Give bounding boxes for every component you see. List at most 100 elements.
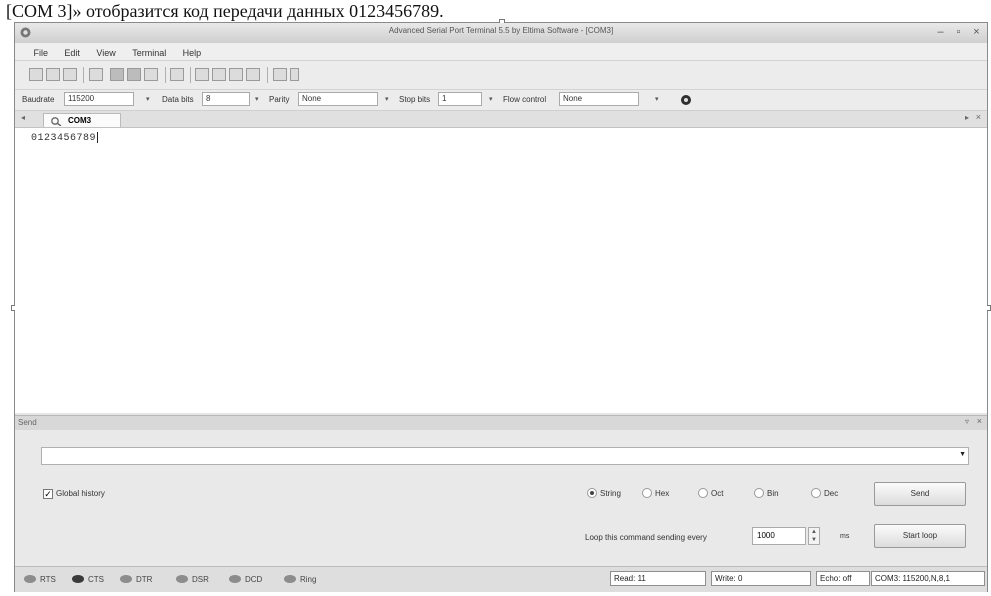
settings-gear-icon[interactable] xyxy=(273,68,287,81)
toolbar-separator xyxy=(190,67,191,83)
send-panel-header: Send ▿ × xyxy=(15,415,987,431)
parity-label: Parity xyxy=(269,95,290,104)
led-ring-icon xyxy=(284,575,296,583)
led-cts-label: CTS xyxy=(88,575,104,584)
led-dcd-icon xyxy=(229,575,241,583)
start-loop-button[interactable]: Start loop xyxy=(874,524,966,548)
menu-view[interactable]: View xyxy=(90,45,121,62)
loop-interval-spinner[interactable]: ▲ ▼ xyxy=(808,527,820,545)
radio-string-label: String xyxy=(600,489,621,498)
radio-oct[interactable] xyxy=(698,488,708,498)
chevron-down-icon[interactable]: ▾ xyxy=(385,95,389,103)
port-icon xyxy=(51,117,62,126)
toolbar-separator xyxy=(267,67,268,83)
chevron-down-icon[interactable]: ▼ xyxy=(959,451,966,458)
chevron-down-icon[interactable]: ▾ xyxy=(146,95,150,103)
databits-label: Data bits xyxy=(162,95,194,104)
status-bar: RTS CTS DTR DSR DCD Ring Read: 11 Write:… xyxy=(15,566,987,592)
tab-com3[interactable]: COM3 xyxy=(43,113,121,127)
clipboard-icon[interactable] xyxy=(144,68,158,81)
send-panel-title: Send xyxy=(18,418,37,427)
flow-control-select[interactable]: None xyxy=(559,92,639,106)
send-panel: ▼ ✓ Global history String Hex Oct Bin De… xyxy=(15,430,987,566)
radio-oct-label: Oct xyxy=(711,489,724,498)
loop-unit-label: ms xyxy=(840,533,850,540)
terminal-line: 0123456789 xyxy=(31,132,99,145)
chevron-down-icon[interactable]: ▾ xyxy=(655,95,659,103)
copy-icon[interactable] xyxy=(110,68,124,81)
new-session-icon[interactable] xyxy=(29,68,43,81)
apply-settings-icon[interactable] xyxy=(680,94,692,106)
led-dtr-label: DTR xyxy=(136,575,153,584)
flow-control-label: Flow control xyxy=(503,95,547,104)
parity-select[interactable]: None xyxy=(298,92,378,106)
loop-interval-input[interactable]: 1000 xyxy=(752,527,806,545)
port-status: COM3: 115200,N,8,1 xyxy=(871,571,985,586)
global-history-checkbox[interactable]: ✓ xyxy=(43,489,53,499)
toolbar xyxy=(15,61,987,90)
restore-button[interactable]: ▫ xyxy=(952,26,965,39)
led-dtr-icon xyxy=(120,575,132,583)
led-dcd-label: DCD xyxy=(245,575,263,584)
menu-terminal[interactable]: Terminal xyxy=(126,45,172,62)
cut-icon[interactable] xyxy=(170,68,184,81)
toolbar-separator xyxy=(83,67,84,83)
radio-dec-label: Dec xyxy=(824,489,839,498)
title-bar: Advanced Serial Port Terminal 5.5 by Elt… xyxy=(15,23,987,44)
databits-select[interactable]: 8 xyxy=(202,92,250,106)
send-command-input[interactable]: ▼ xyxy=(41,447,969,465)
tab-scroll-right-icon[interactable]: ▸ xyxy=(965,113,969,122)
radio-bin-label: Bin xyxy=(767,489,779,498)
pin-panel-icon[interactable]: ▿ xyxy=(965,417,969,426)
close-tab-icon[interactable]: × xyxy=(976,112,981,122)
radio-string[interactable] xyxy=(587,488,597,498)
connect-icon[interactable] xyxy=(63,68,77,81)
close-button[interactable]: × xyxy=(970,26,983,39)
menu-help[interactable]: Help xyxy=(177,45,208,62)
app-window: Advanced Serial Port Terminal 5.5 by Elt… xyxy=(11,19,991,592)
tab-bar: ◂ COM3 ▸ × xyxy=(15,111,987,128)
disconnect-icon[interactable] xyxy=(89,68,103,81)
chevron-down-icon[interactable] xyxy=(290,68,299,81)
radio-hex-label: Hex xyxy=(655,489,670,498)
baudrate-select[interactable]: 115200 xyxy=(64,92,134,106)
receive-file-icon[interactable] xyxy=(212,68,226,81)
text-cursor xyxy=(97,132,99,143)
baudrate-label: Baudrate xyxy=(22,95,55,104)
write-counter: Write: 0 xyxy=(711,571,811,586)
global-history-label: Global history xyxy=(56,489,105,498)
loop-label: Loop this command sending every xyxy=(585,533,707,542)
tab-scroll-left-icon[interactable]: ◂ xyxy=(21,113,25,122)
toolbar-separator xyxy=(165,67,166,83)
terminal-output-text: 0123456789 xyxy=(31,133,97,145)
stopbits-select[interactable]: 1 xyxy=(438,92,482,106)
chevron-down-icon[interactable]: ▾ xyxy=(255,95,259,103)
led-rts-icon xyxy=(24,575,36,583)
menu-edit[interactable]: Edit xyxy=(58,45,86,62)
radio-bin[interactable] xyxy=(754,488,764,498)
paste-icon[interactable] xyxy=(127,68,141,81)
document-caption: [COM 3]» отобразится код передачи данных… xyxy=(6,1,444,21)
save-log-icon[interactable] xyxy=(229,68,243,81)
menu-bar: File Edit View Terminal Help xyxy=(15,43,987,61)
led-dsr-label: DSR xyxy=(192,575,209,584)
send-file-icon[interactable] xyxy=(195,68,209,81)
read-counter: Read: 11 xyxy=(610,571,706,586)
chevron-down-icon[interactable]: ▾ xyxy=(489,95,493,103)
stopbits-label: Stop bits xyxy=(399,95,431,104)
menu-file[interactable]: File xyxy=(27,45,54,62)
led-ring-label: Ring xyxy=(300,575,317,584)
send-button[interactable]: Send xyxy=(874,482,966,506)
open-port-icon[interactable] xyxy=(46,68,60,81)
close-panel-icon[interactable]: × xyxy=(977,416,982,426)
echo-status: Echo: off xyxy=(816,571,870,586)
radio-hex[interactable] xyxy=(642,488,652,498)
terminal-output-area[interactable]: 0123456789 xyxy=(15,128,987,413)
led-rts-label: RTS xyxy=(40,575,56,584)
load-log-icon[interactable] xyxy=(246,68,260,81)
radio-dec[interactable] xyxy=(811,488,821,498)
minimize-button[interactable]: – xyxy=(934,26,947,39)
port-settings-bar: Baudrate 115200 ▾ Data bits 8 ▾ Parity N… xyxy=(15,90,987,111)
led-dsr-icon xyxy=(176,575,188,583)
window-title: Advanced Serial Port Terminal 5.5 by Elt… xyxy=(388,26,614,35)
